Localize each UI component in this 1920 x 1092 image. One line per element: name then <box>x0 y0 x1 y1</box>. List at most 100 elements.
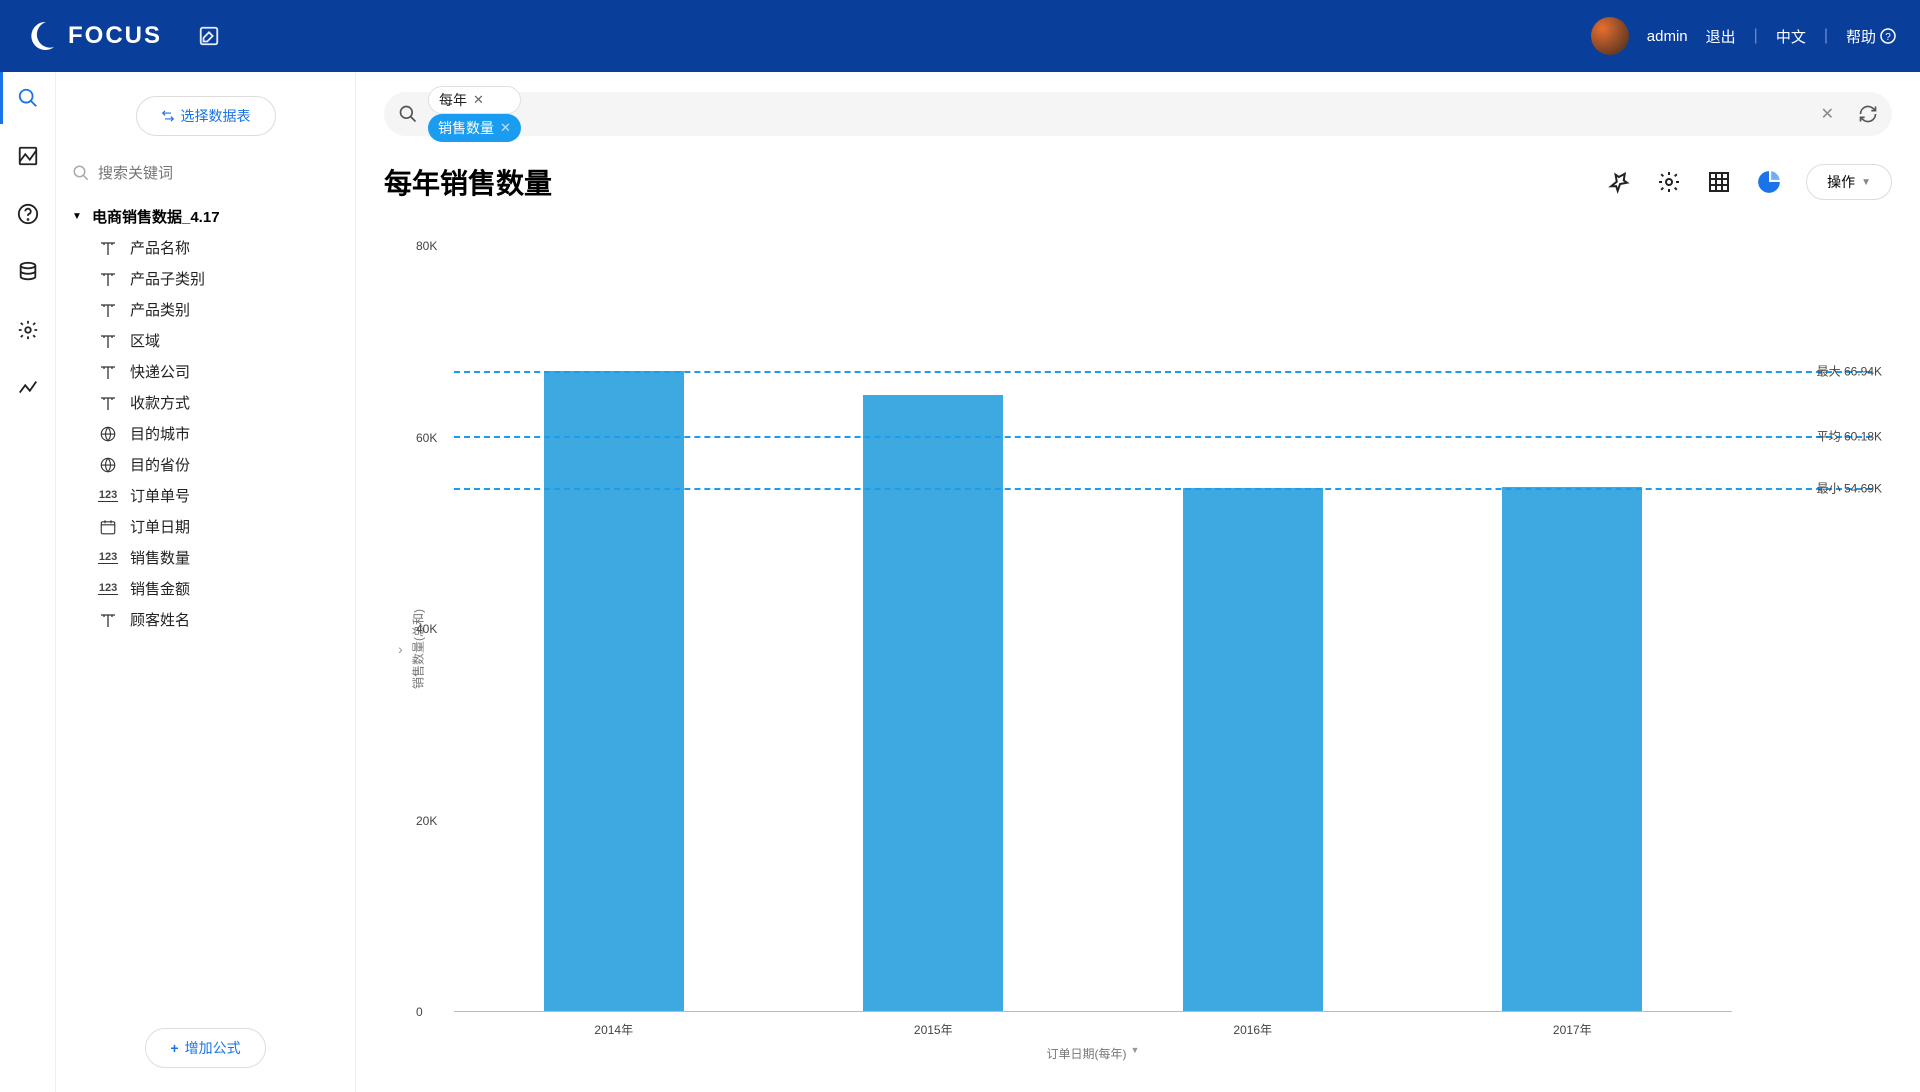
caret-down-icon: ▼ <box>72 211 82 222</box>
field-item[interactable]: 123 销售金额 <box>98 578 339 599</box>
logout-link[interactable]: 退出 <box>1706 26 1736 47</box>
sidebar: 选择数据表 ▼ 电商销售数据_4.17 产品名称产品子类别产品类别区域快递公司收… <box>56 72 356 1092</box>
text-field-icon <box>98 364 118 380</box>
nav-settings-icon[interactable] <box>16 318 40 342</box>
field-label: 产品子类别 <box>130 268 205 289</box>
field-item[interactable]: 区域 <box>98 330 339 351</box>
select-table-button[interactable]: 选择数据表 <box>136 96 276 136</box>
y-tick: 80K <box>416 239 437 253</box>
svg-text:?: ? <box>1885 32 1891 43</box>
reference-line <box>454 371 1872 373</box>
chip-remove-icon[interactable]: ✕ <box>500 120 511 136</box>
geo-field-icon <box>98 457 118 473</box>
field-list: 产品名称产品子类别产品类别区域快递公司收款方式目的城市目的省份 123 订单单号订单… <box>98 237 339 630</box>
bar[interactable] <box>544 371 684 1011</box>
x-tick: 2017年 <box>1413 1021 1733 1038</box>
field-item[interactable]: 123 订单单号 <box>98 485 339 506</box>
field-item[interactable]: 产品类别 <box>98 299 339 320</box>
table-view-icon[interactable] <box>1706 169 1732 195</box>
geo-field-icon <box>98 426 118 442</box>
nav-rail <box>0 72 56 1092</box>
sidebar-search-input[interactable] <box>98 165 339 182</box>
field-label: 顾客姓名 <box>130 609 190 630</box>
y-tick: 60K <box>416 431 437 445</box>
chip-remove-icon[interactable]: ✕ <box>473 92 484 108</box>
search-icon <box>72 164 90 182</box>
field-label: 收款方式 <box>130 392 190 413</box>
field-label: 目的城市 <box>130 423 190 444</box>
field-label: 产品类别 <box>130 299 190 320</box>
field-label: 订单日期 <box>130 516 190 537</box>
brand-logo[interactable]: FOCUS <box>24 20 162 52</box>
query-bar[interactable]: 每年✕销售数量✕ ✕ <box>384 92 1892 136</box>
field-item[interactable]: 收款方式 <box>98 392 339 413</box>
compose-icon[interactable] <box>198 25 220 47</box>
x-labels: 2014年2015年2016年2017年 <box>454 1021 1732 1038</box>
table-node[interactable]: ▼ 电商销售数据_4.17 <box>72 206 339 227</box>
field-label: 销售金额 <box>130 578 190 599</box>
chart: › 销售数量(总和) 最大 66.94K 平均 60.18K 最小 54.69K 2… <box>384 216 1892 1082</box>
nav-dashboard-icon[interactable] <box>16 144 40 168</box>
field-item[interactable]: 123销售数量 <box>98 547 339 568</box>
main-layout: 选择数据表 ▼ 电商销售数据_4.17 产品名称产品子类别产品类别区域快递公司收… <box>0 72 1920 1092</box>
expand-panel-icon[interactable]: › <box>398 641 403 657</box>
field-item[interactable]: 产品名称 <box>98 237 339 258</box>
y-tick: 40K <box>416 622 437 636</box>
query-chip[interactable]: 销售数量✕ <box>428 114 521 142</box>
search-icon <box>398 104 418 124</box>
refresh-icon[interactable] <box>1858 104 1878 124</box>
reference-line-label: 最大 66.94K <box>1817 362 1882 379</box>
query-chip[interactable]: 每年✕ <box>428 86 521 114</box>
text-field-icon <box>98 612 118 628</box>
lang-link[interactable]: 中文 <box>1776 26 1806 47</box>
field-item[interactable]: 目的城市 <box>98 423 339 444</box>
header-right: admin 退出 | 中文 | 帮助 ? <box>1591 17 1896 55</box>
text-field-icon <box>98 395 118 411</box>
x-axis-label[interactable]: 订单日期(每年) ▼ <box>454 1045 1732 1062</box>
text-field-icon <box>98 302 118 318</box>
add-formula-button[interactable]: + 增加公式 <box>145 1028 265 1068</box>
num-field-icon: 123 <box>98 550 118 566</box>
brand-text: FOCUS <box>68 22 162 50</box>
app-header: FOCUS admin 退出 | 中文 | 帮助 ? <box>0 0 1920 72</box>
field-label: 快递公司 <box>130 361 190 382</box>
field-item[interactable]: 快递公司 <box>98 361 339 382</box>
reference-line-label: 平均 60.18K <box>1817 427 1882 444</box>
field-item[interactable]: 目的省份 <box>98 454 339 475</box>
plus-icon: + <box>170 1040 178 1056</box>
chart-view-icon[interactable] <box>1756 169 1782 195</box>
sidebar-search[interactable] <box>72 164 339 182</box>
text-field-icon <box>98 333 118 349</box>
field-item[interactable]: 订单日期 <box>98 516 339 537</box>
actions-button[interactable]: 操作 ▼ <box>1806 164 1892 200</box>
clear-query-icon[interactable]: ✕ <box>1821 104 1834 124</box>
bar[interactable] <box>1183 488 1323 1011</box>
gear-icon[interactable] <box>1656 169 1682 195</box>
num-field-icon: 123 <box>98 581 118 597</box>
reference-line-label: 最小 54.69K <box>1817 480 1882 497</box>
y-tick: 0 <box>416 1005 423 1019</box>
help-link[interactable]: 帮助 ? <box>1846 26 1896 47</box>
nav-search-icon[interactable] <box>16 86 40 110</box>
y-axis-label: 销售数量(总和) <box>410 609 427 689</box>
field-item[interactable]: 顾客姓名 <box>98 609 339 630</box>
pin-icon[interactable] <box>1606 169 1632 195</box>
field-label: 订单单号 <box>130 485 190 506</box>
field-item[interactable]: 产品子类别 <box>98 268 339 289</box>
num-field-icon: 123 <box>98 488 118 504</box>
chevron-down-icon: ▼ <box>1861 177 1871 188</box>
field-label: 产品名称 <box>130 237 190 258</box>
nav-analytics-icon[interactable] <box>16 376 40 400</box>
avatar[interactable] <box>1591 17 1629 55</box>
field-label: 目的省份 <box>130 454 190 475</box>
help-icon: ? <box>1880 28 1896 44</box>
bar[interactable] <box>1502 487 1642 1011</box>
username[interactable]: admin <box>1647 28 1688 45</box>
nav-question-icon[interactable] <box>16 202 40 226</box>
nav-database-icon[interactable] <box>16 260 40 284</box>
text-field-icon <box>98 271 118 287</box>
title-row: 每年销售数量 操作 ▼ <box>384 162 1892 202</box>
field-label: 区域 <box>130 330 160 351</box>
moon-icon <box>24 20 56 52</box>
content-area: 每年✕销售数量✕ ✕ 每年销售数量 操作 ▼ › 销售数量(总和) 最大 <box>356 72 1920 1092</box>
